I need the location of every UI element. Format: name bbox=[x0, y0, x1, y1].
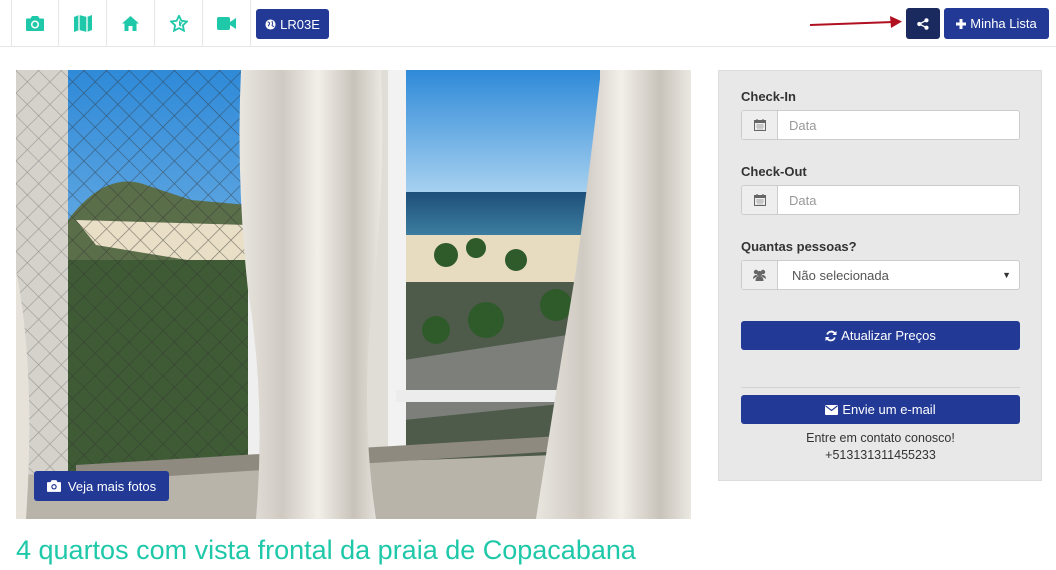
checkin-input[interactable] bbox=[778, 111, 1019, 139]
my-list-label: Minha Lista bbox=[970, 16, 1037, 31]
divider bbox=[741, 387, 1020, 388]
globe-icon bbox=[265, 18, 276, 30]
camera-icon bbox=[46, 480, 61, 492]
guests-select-value: Não selecionada bbox=[792, 267, 889, 283]
send-email-button[interactable]: Envie um e-mail bbox=[741, 395, 1020, 424]
photos-tab[interactable] bbox=[11, 0, 59, 46]
top-toolbar: LR03E Minha Lista bbox=[0, 0, 1056, 47]
checkin-group bbox=[741, 110, 1020, 140]
plus-icon bbox=[956, 18, 967, 29]
update-prices-button[interactable]: Atualizar Preços bbox=[741, 321, 1020, 350]
update-prices-label: Atualizar Preços bbox=[841, 328, 936, 343]
caret-down-icon: ▼ bbox=[1002, 270, 1011, 280]
send-email-label: Envie um e-mail bbox=[842, 402, 936, 417]
booking-panel: Check-In Check-Out Quantas pessoas? Não … bbox=[718, 70, 1042, 481]
my-list-button[interactable]: Minha Lista bbox=[944, 8, 1049, 39]
users-icon bbox=[742, 261, 778, 289]
video-icon bbox=[217, 16, 236, 30]
star-icon bbox=[169, 14, 188, 32]
guests-group: Não selecionada ▼ bbox=[741, 260, 1020, 290]
refresh-icon bbox=[825, 330, 837, 341]
contact-phone: +513131311455233 bbox=[825, 448, 936, 462]
favorites-tab[interactable] bbox=[155, 0, 203, 46]
guests-label: Quantas pessoas? bbox=[741, 239, 857, 254]
share-icon bbox=[917, 17, 929, 30]
guests-select[interactable]: Não selecionada ▼ bbox=[778, 261, 1019, 289]
listing-photo[interactable] bbox=[16, 70, 691, 519]
listing-code-button[interactable]: LR03E bbox=[256, 9, 329, 39]
map-tab[interactable] bbox=[59, 0, 107, 46]
envelope-icon bbox=[825, 404, 839, 415]
checkin-label: Check-In bbox=[741, 89, 796, 104]
home-tab[interactable] bbox=[107, 0, 155, 46]
checkout-input[interactable] bbox=[778, 186, 1019, 214]
calendar-icon bbox=[742, 186, 778, 214]
red-arrow-annotation bbox=[810, 16, 902, 28]
listing-code-label: LR03E bbox=[280, 16, 320, 32]
checkout-group bbox=[741, 185, 1020, 215]
calendar-icon bbox=[742, 111, 778, 139]
share-button[interactable] bbox=[906, 8, 940, 39]
listing-title: 4 quartos com vista frontal da praia de … bbox=[16, 535, 636, 565]
more-photos-button[interactable]: Veja mais fotos bbox=[34, 471, 169, 501]
map-icon bbox=[73, 14, 92, 32]
video-tab[interactable] bbox=[203, 0, 251, 46]
contact-text: Entre em contato conosco! bbox=[806, 431, 955, 445]
window-view-image bbox=[16, 70, 691, 519]
more-photos-label: Veja mais fotos bbox=[67, 478, 157, 494]
camera-icon bbox=[26, 15, 44, 31]
home-icon bbox=[122, 15, 139, 31]
checkout-label: Check-Out bbox=[741, 164, 807, 179]
